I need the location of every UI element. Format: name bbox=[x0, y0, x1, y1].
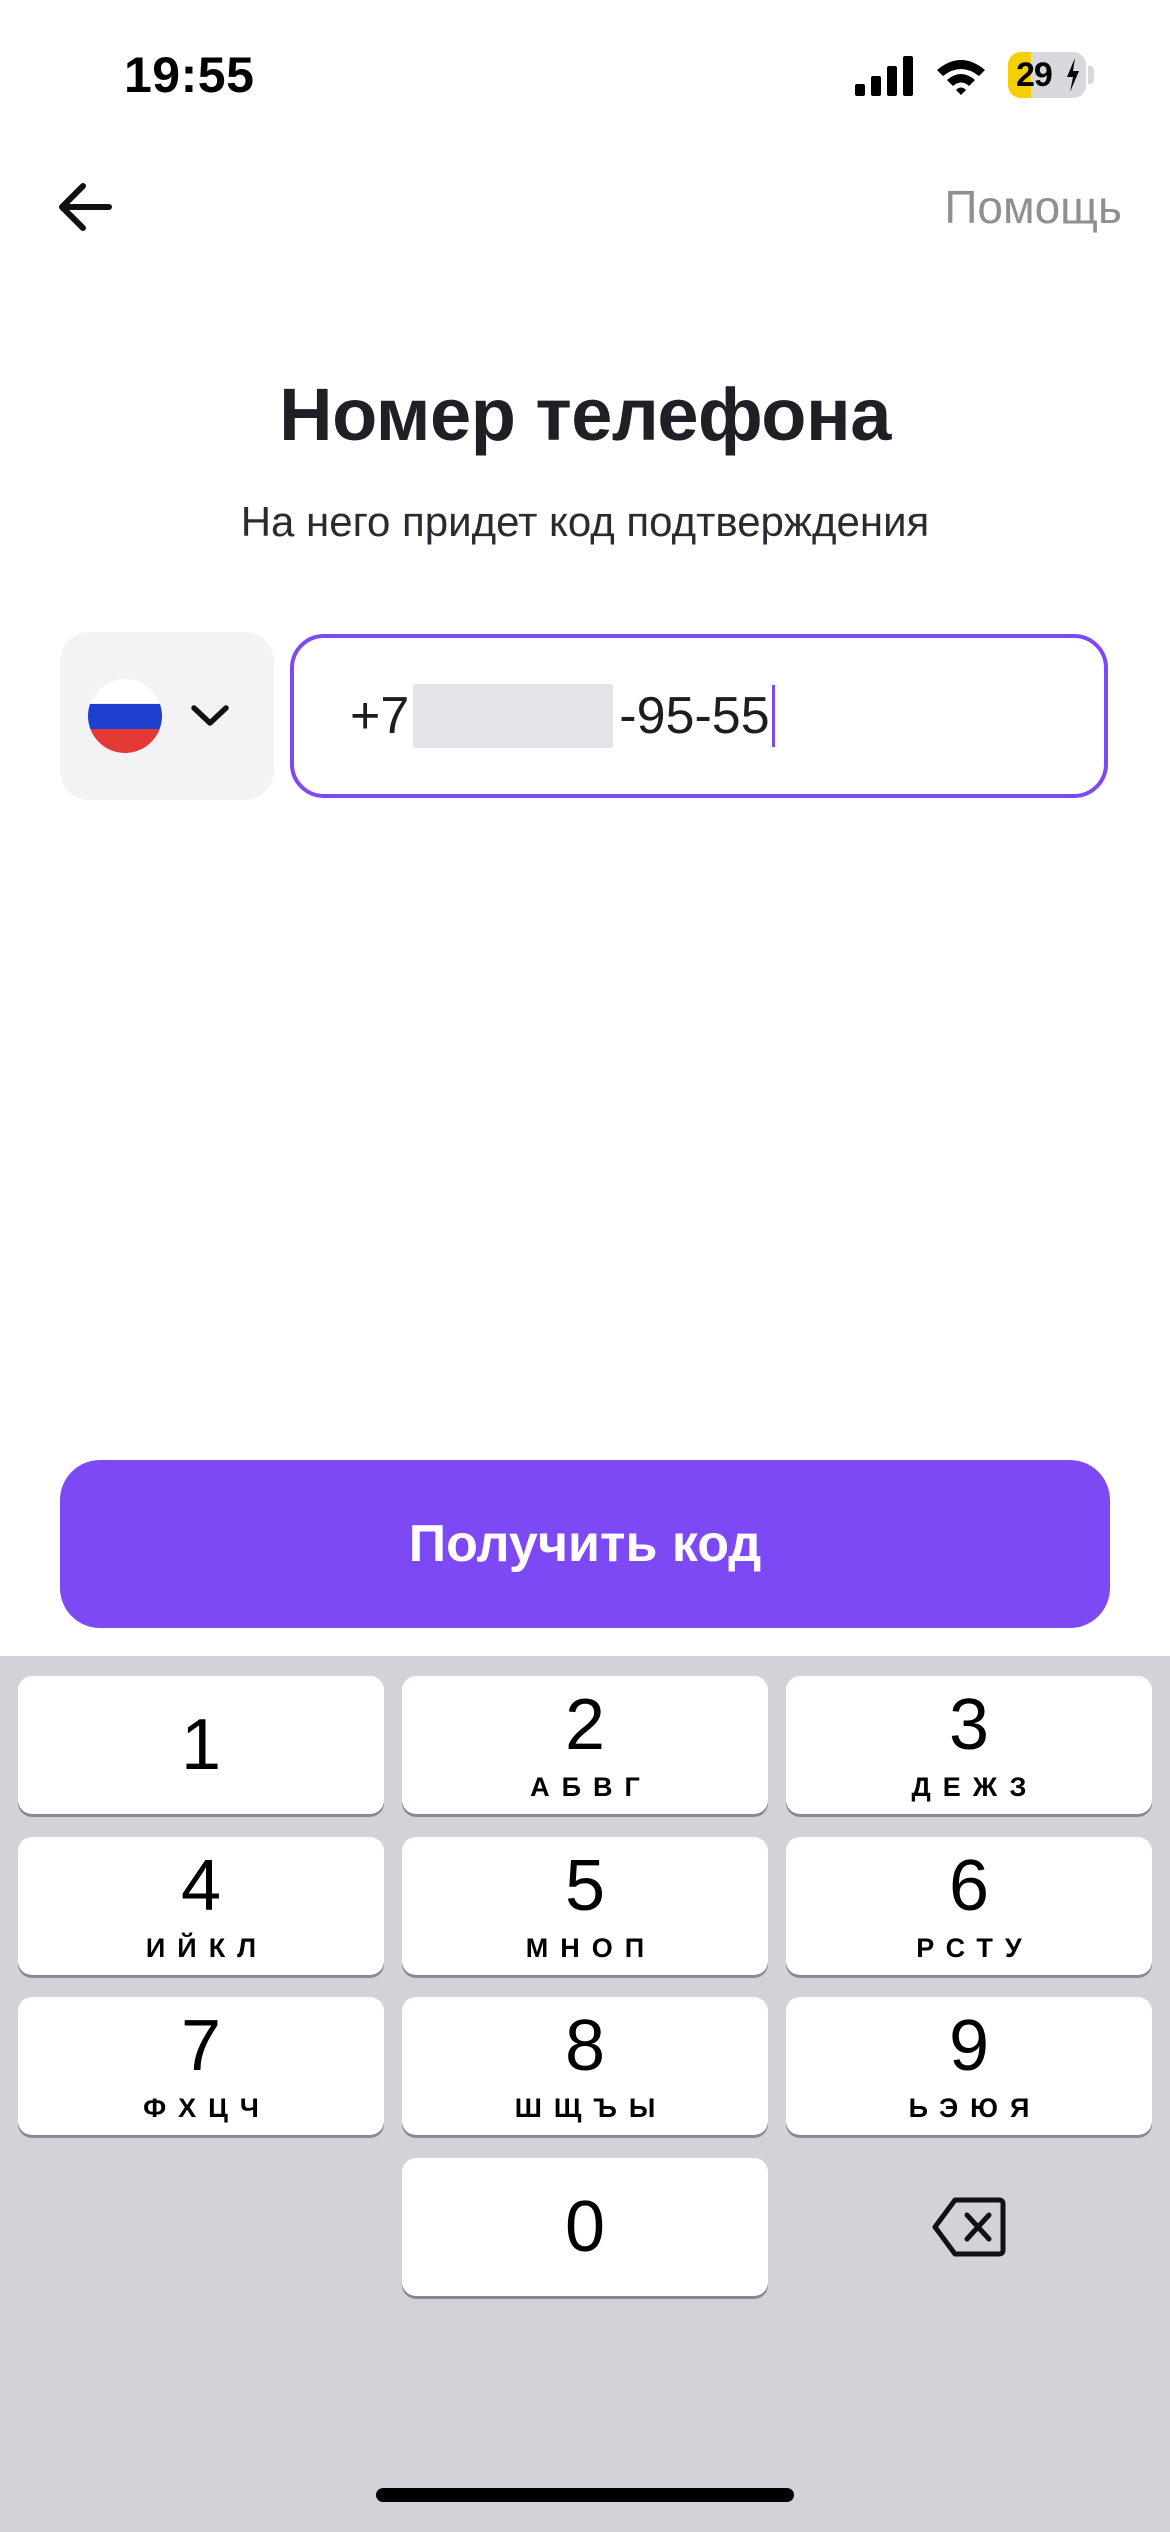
battery-level-text: 29 bbox=[1016, 56, 1053, 94]
get-code-button[interactable]: Получить код bbox=[60, 1460, 1110, 1628]
key-letters: АБВГ bbox=[530, 1772, 652, 1802]
key-letters: ФХЦЧ bbox=[143, 2093, 271, 2123]
page-subtitle: На него придет код подтверждения bbox=[240, 498, 930, 545]
key-letters: ШЩЪЫ bbox=[514, 2093, 668, 2123]
country-selector[interactable] bbox=[60, 632, 274, 800]
key-4[interactable]: 4 ИЙКЛ bbox=[18, 1837, 384, 1975]
key-3[interactable]: 3 ДЕЖЗ bbox=[786, 1676, 1152, 1814]
key-digit: 9 bbox=[948, 2006, 990, 2086]
help-link[interactable]: Помощь bbox=[944, 180, 1122, 234]
home-indicator[interactable] bbox=[376, 2488, 794, 2502]
key-2[interactable]: 2 АБВГ bbox=[402, 1676, 768, 1814]
key-digit: 4 bbox=[180, 1846, 222, 1926]
battery-cap bbox=[1088, 66, 1094, 84]
back-button[interactable] bbox=[50, 172, 120, 242]
arrow-left-icon bbox=[59, 183, 112, 231]
key-9[interactable]: 9 ЬЭЮЯ bbox=[786, 1997, 1152, 2135]
page-title: Номер телефона bbox=[279, 373, 891, 456]
key-letters: ИЙКЛ bbox=[145, 1933, 269, 1963]
key-digit: 7 bbox=[180, 2006, 222, 2086]
key-digit: 3 bbox=[948, 1685, 990, 1765]
phone-prefix: +7 bbox=[350, 687, 410, 745]
key-letters: МНОП bbox=[525, 1933, 657, 1963]
key-letters: ЬЭЮЯ bbox=[908, 2093, 1042, 2123]
key-7[interactable]: 7 ФХЦЧ bbox=[18, 1997, 384, 2135]
chevron-down-icon bbox=[191, 705, 229, 726]
signal-icon bbox=[855, 56, 913, 96]
battery-icon: 29 bbox=[1008, 52, 1086, 98]
key-6[interactable]: 6 РСТУ bbox=[786, 1837, 1152, 1975]
charging-bolt-icon bbox=[1067, 58, 1079, 92]
status-time: 19:55 bbox=[124, 47, 255, 103]
russia-flag-icon bbox=[88, 679, 162, 753]
key-letters: ДЕЖЗ bbox=[911, 1772, 1039, 1802]
backspace-icon bbox=[932, 2197, 1006, 2257]
phone-suffix: -95-55 bbox=[619, 687, 770, 745]
key-digit: 5 bbox=[564, 1846, 606, 1926]
delete-button[interactable] bbox=[786, 2158, 1152, 2296]
wifi-icon bbox=[937, 60, 985, 95]
key-letters: РСТУ bbox=[916, 1933, 1034, 1963]
phone-number-mask bbox=[413, 684, 614, 748]
key-digit: 0 bbox=[564, 2187, 606, 2267]
key-5[interactable]: 5 МНОП bbox=[402, 1837, 768, 1975]
key-1[interactable]: 1 bbox=[18, 1676, 384, 1814]
key-8[interactable]: 8 ШЩЪЫ bbox=[402, 1997, 768, 2135]
key-0[interactable]: 0 bbox=[402, 2158, 768, 2296]
phone-login-screen: 19:55 29 Помощь Номер телефона На него п… bbox=[0, 0, 1170, 2532]
phone-input[interactable]: +7 -95-55 bbox=[290, 634, 1108, 798]
text-caret bbox=[771, 685, 775, 747]
key-digit: 2 bbox=[564, 1685, 606, 1765]
key-digit: 6 bbox=[948, 1846, 990, 1926]
key-digit: 1 bbox=[180, 1705, 222, 1785]
key-digit: 8 bbox=[564, 2006, 606, 2086]
